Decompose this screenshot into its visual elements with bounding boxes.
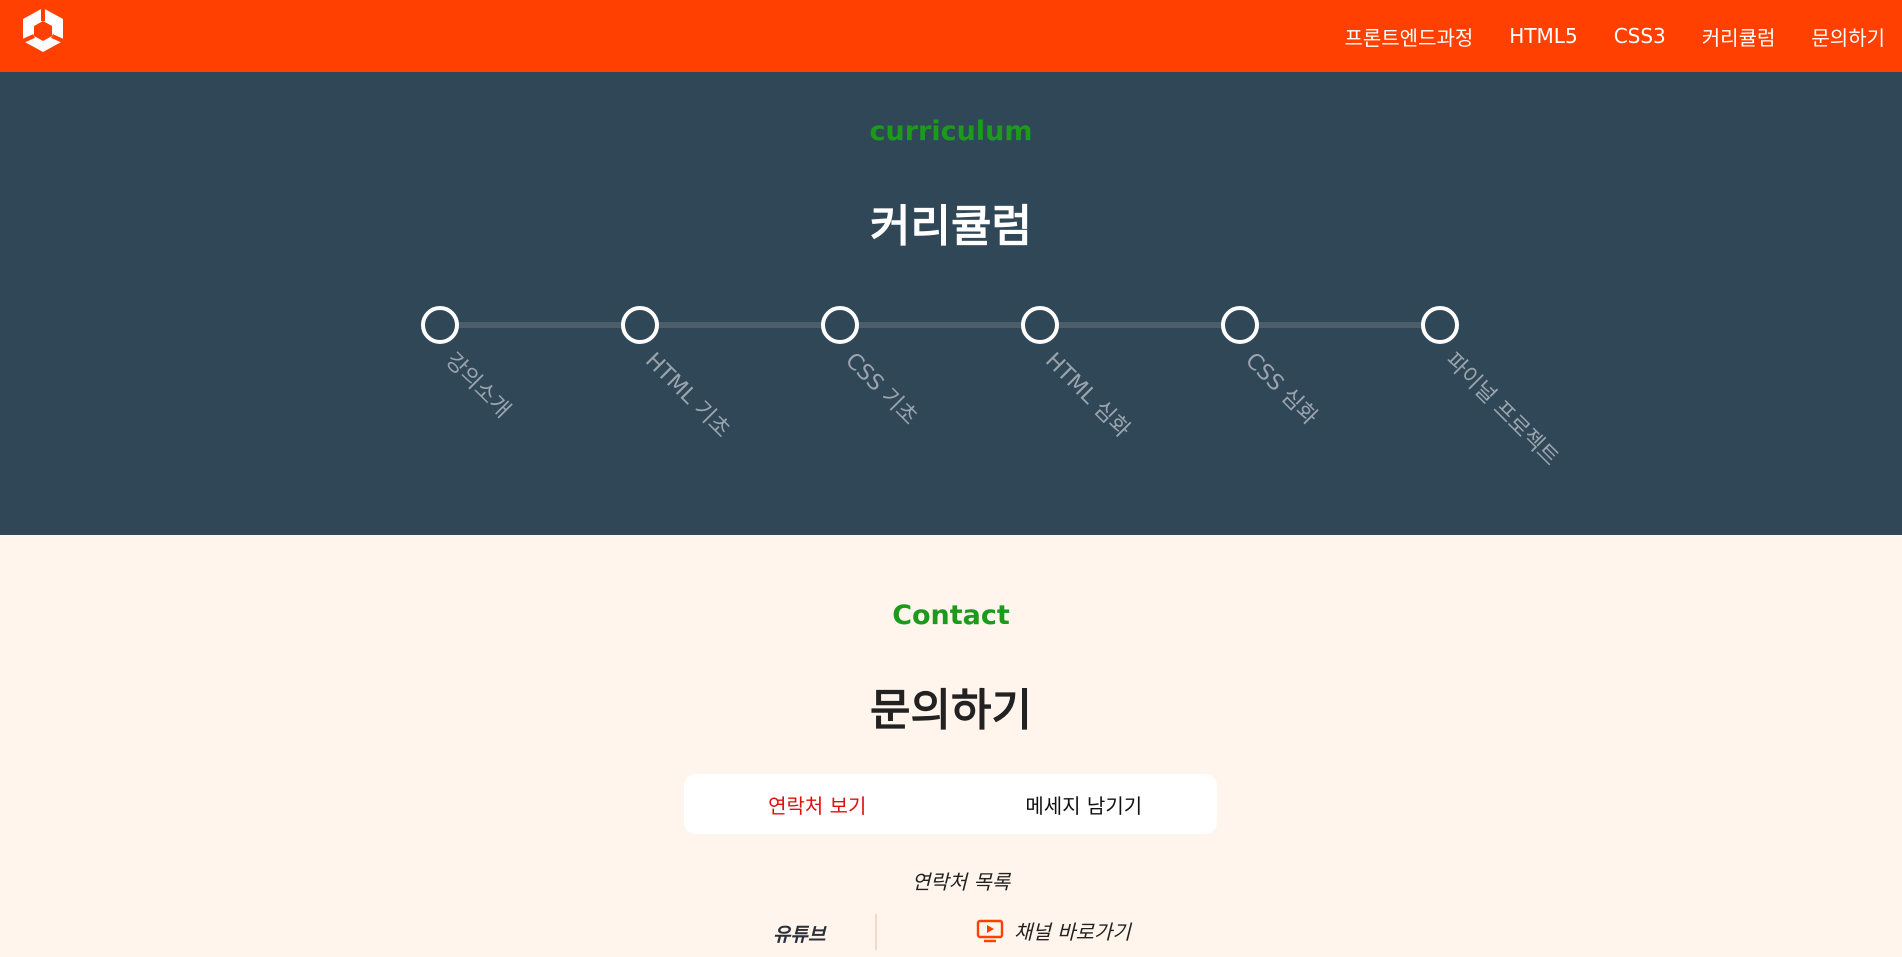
- contact-subtitle: Contact: [892, 600, 1010, 631]
- step-label-3: CSS 기초: [840, 348, 922, 431]
- contact-list-title: 연락처 목록: [911, 870, 1011, 894]
- step-circle-1[interactable]: [421, 306, 459, 344]
- curriculum-title: 커리큘럼: [870, 201, 1032, 252]
- step-label-1: 강의소개: [440, 348, 516, 424]
- cube-logo-icon[interactable]: [21, 6, 65, 54]
- step-circle-3[interactable]: [821, 306, 859, 344]
- nav-curriculum[interactable]: 커리큘럼: [1702, 22, 1776, 51]
- nav-html5[interactable]: HTML5: [1509, 24, 1577, 48]
- contact-row-label: 유튜브: [773, 924, 826, 946]
- tv-play-icon: [976, 919, 1004, 942]
- tab-view-contacts[interactable]: 연락처 보기: [684, 774, 951, 834]
- step-label-5: CSS 심화: [1240, 348, 1322, 431]
- nav-css3[interactable]: CSS3: [1614, 24, 1666, 48]
- nav-frontend[interactable]: 프론트엔드과정: [1344, 22, 1473, 51]
- step-circle-6[interactable]: [1421, 306, 1459, 344]
- contact-tabs: 연락처 보기 메세지 남기기: [684, 774, 1217, 834]
- curriculum-section: curriculum 커리큘럼 강의소개 HTML 기초 CSS 기초 HTML…: [0, 72, 1902, 535]
- contact-title: 문의하기: [870, 685, 1032, 736]
- channel-link-label: 채널 바로가기: [1014, 920, 1131, 944]
- row-divider: [875, 914, 877, 950]
- step-label-4: HTML 심화: [1040, 348, 1135, 443]
- step-circle-5[interactable]: [1221, 306, 1259, 344]
- step-label-2: HTML 기초: [640, 348, 735, 443]
- curriculum-subtitle: curriculum: [869, 116, 1033, 147]
- tab-leave-message[interactable]: 메세지 남기기: [951, 774, 1218, 834]
- curriculum-track: [440, 322, 1440, 328]
- step-circle-4[interactable]: [1021, 306, 1059, 344]
- nav-contact[interactable]: 문의하기: [1811, 22, 1885, 51]
- channel-link[interactable]: 채널 바로가기: [976, 916, 1131, 945]
- main-nav: 프론트엔드과정 HTML5 CSS3 커리큘럼 문의하기: [1308, 0, 1885, 72]
- site-header: 프론트엔드과정 HTML5 CSS3 커리큘럼 문의하기: [0, 0, 1902, 72]
- step-label-6: 파이널 프로젝트: [1440, 348, 1563, 472]
- step-circle-2[interactable]: [621, 306, 659, 344]
